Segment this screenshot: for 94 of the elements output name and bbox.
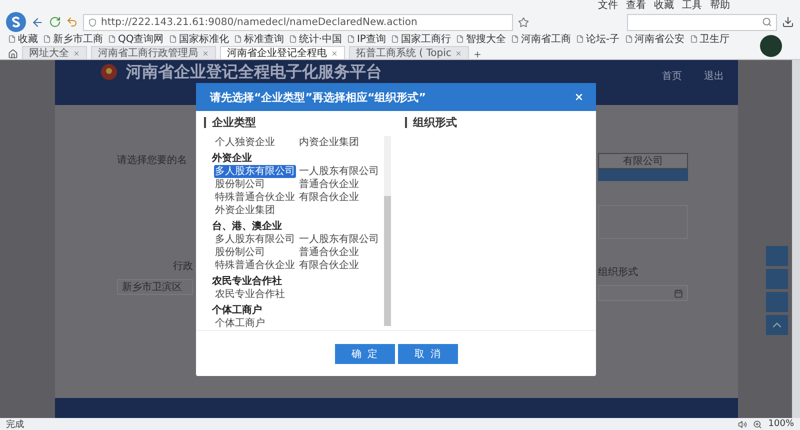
page-scrollbar[interactable] [792,60,800,418]
bookmark-link[interactable]: 论坛-子 [576,32,620,46]
nav-link[interactable]: 退出 [704,69,724,83]
status-text: 完成 [6,418,24,430]
refresh-icon[interactable] [49,16,61,28]
menu-item[interactable]: 查看 [626,0,646,12]
page-icon [43,35,51,43]
url-text: http://222.143.21.61:9080/namedecl/nameDeclaredNew.action [101,16,418,28]
type-option[interactable]: 特殊普通合伙企业 [214,191,296,204]
org-form-label: 组织形式 [598,266,639,279]
bookmark-link[interactable]: 河南省工商 [510,32,571,46]
type-option[interactable]: 个人独资企业 [214,136,276,149]
group-title: 个体工商户 [212,304,263,317]
type-option[interactable]: 有限合伙企业 [298,191,360,204]
bookmark-link[interactable]: 国家标准化 [168,32,229,46]
bookmark-link[interactable]: 国家工商行 [390,32,451,46]
list-scrollbar[interactable] [384,136,391,326]
bookmark-link[interactable]: 智搜大全 [456,32,506,46]
region-label: 行政 [172,260,193,273]
emblem-icon [100,63,118,81]
bookmark-link[interactable]: 统计·中国 [288,32,342,46]
menu-item[interactable]: 工具 [682,0,702,12]
browser-logo [6,12,26,32]
type-option[interactable]: 一人股东有限公司 [298,165,380,178]
type-option[interactable]: 特殊普通合伙企业 [214,259,296,272]
type-option[interactable]: 农民专业合作社 [214,288,286,301]
bookmark-link[interactable]: 收藏 [8,32,38,46]
shield-icon [88,18,97,26]
undo-icon[interactable] [66,16,78,28]
org-form-field[interactable] [598,285,688,301]
calendar-icon [674,288,683,298]
close-icon[interactable] [73,50,80,56]
group-title: 台、港、澳企业 [212,220,283,233]
dialog-button[interactable]: 确定 [334,344,394,364]
back-icon[interactable] [31,16,44,28]
close-icon[interactable] [455,50,462,56]
prompt-text: 请选择您要的名 [117,154,188,167]
menu-item[interactable]: 帮助 [710,0,730,12]
speaker-icon[interactable] [738,420,748,428]
zoom-icon[interactable] [753,420,762,428]
section-heading: 企业类型 [204,117,391,128]
page-icon [234,35,242,43]
browser-tab[interactable]: 河南省工商行政管理局 [91,46,216,59]
floating-ball-icon[interactable] [760,35,782,57]
type-option[interactable]: 普通合伙企业 [298,246,360,259]
type-option[interactable]: 内资企业集团 [298,136,360,149]
bookmark-link[interactable]: 卫生厅 [690,32,730,46]
browser-tab[interactable]: 拓普工商系统 ( Topic [349,46,470,59]
page-icon [624,35,633,43]
page-icon [456,35,464,43]
bookmark-link[interactable]: 新乡市工商 [43,32,103,46]
bookmark-link[interactable]: QQ查询网 [108,32,164,46]
type-option[interactable]: 股份制公司 [214,178,266,191]
type-option[interactable]: 一人股东有限公司 [298,233,380,246]
dialog-title: 请先选择“企业类型”再选择相应“组织形式” [210,90,426,104]
bookmark-link[interactable]: 河南省公安 [624,32,685,46]
close-icon[interactable] [331,50,338,56]
type-option[interactable]: 个体工商户 [214,317,266,330]
type-option[interactable]: 有限合伙企业 [298,259,360,272]
dialog-button[interactable]: 取消 [398,344,458,364]
search-icon [762,17,772,27]
page-icon [108,35,116,43]
close-icon[interactable] [202,50,209,56]
type-option[interactable]: 多人股东有限公司 [214,233,296,246]
type-option[interactable]: 多人股东有限公司 [214,165,296,178]
zoom-level[interactable]: 100% [768,419,794,429]
type-option[interactable]: 股份制公司 [214,246,266,259]
search-field[interactable] [627,14,777,30]
bookmark-link[interactable]: 标准查询 [234,32,284,46]
star-icon[interactable] [518,16,529,28]
new-tab-icon[interactable] [473,50,482,59]
page-icon [168,35,177,43]
download-icon[interactable] [782,16,794,28]
browser-tab[interactable]: 网址大全 [22,46,87,59]
bookmark-link[interactable]: IP查询 [346,32,386,46]
home-icon[interactable] [8,49,18,59]
section-heading: 组织形式 [405,117,596,128]
type-option[interactable]: 普通合伙企业 [298,178,360,191]
address-field[interactable]: http://222.143.21.61:9080/namedecl/nameDeclaredNew.action [83,14,513,30]
back-to-top-button[interactable] [766,315,788,335]
page-icon [390,35,399,43]
group-title: 外资企业 [212,152,253,165]
page-icon [690,35,698,43]
page-icon [8,35,16,43]
site-title: 河南省企业登记全程电子化服务平台 [126,63,382,81]
menu-item[interactable]: 收藏 [654,0,674,12]
page-icon [576,35,584,43]
page-icon [510,35,519,43]
page-icon [288,35,297,43]
type-option[interactable]: 外资企业集团 [214,204,276,217]
page-icon [346,35,355,43]
browser-tab[interactable]: 河南省企业登记全程电 [220,46,345,59]
group-title: 农民专业合作社 [212,275,283,288]
nav-link[interactable]: 首页 [662,69,682,83]
